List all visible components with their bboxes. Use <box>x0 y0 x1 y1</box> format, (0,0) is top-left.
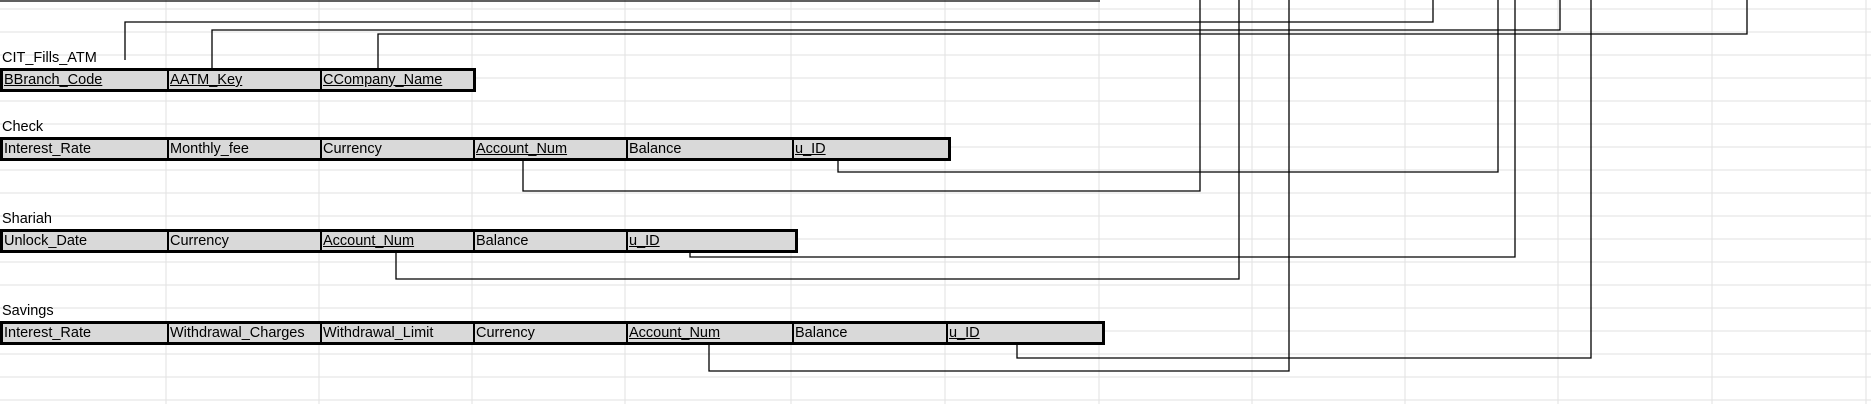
field-atm-key[interactable]: AATM_Key <box>169 71 322 89</box>
field-u-id[interactable]: u_ID <box>628 232 795 250</box>
field-currency[interactable]: Currency <box>322 140 475 158</box>
field-account-num[interactable]: Account_Num <box>322 232 475 250</box>
field-unlock-date[interactable]: Unlock_Date <box>3 232 169 250</box>
table-savings: Interest_Rate Withdrawal_Charges Withdra… <box>0 321 1105 345</box>
field-monthly-fee[interactable]: Monthly_fee <box>169 140 322 158</box>
field-balance[interactable]: Balance <box>628 140 794 158</box>
table-cit-fills-atm: BBranch_Code AATM_Key CCompany_Name <box>0 68 476 92</box>
spreadsheet-canvas: CIT_Fills_ATM BBranch_Code AATM_Key CCom… <box>0 0 1871 404</box>
field-account-num[interactable]: Account_Num <box>628 324 794 342</box>
table-title-cit-fills-atm: CIT_Fills_ATM <box>2 50 97 66</box>
field-interest-rate[interactable]: Interest_Rate <box>3 324 169 342</box>
table-shariah: Unlock_Date Currency Account_Num Balance… <box>0 229 798 253</box>
table-title-savings: Savings <box>2 303 54 319</box>
table-title-check: Check <box>2 119 44 135</box>
field-interest-rate[interactable]: Interest_Rate <box>3 140 169 158</box>
field-balance[interactable]: Balance <box>794 324 948 342</box>
field-withdrawal-limit[interactable]: Withdrawal_Limit <box>322 324 475 342</box>
table-check: Interest_Rate Monthly_fee Currency Accou… <box>0 137 951 161</box>
field-u-id[interactable]: u_ID <box>948 324 1102 342</box>
field-u-id[interactable]: u_ID <box>794 140 948 158</box>
field-account-num[interactable]: Account_Num <box>475 140 628 158</box>
field-currency[interactable]: Currency <box>169 232 322 250</box>
table-title-shariah: Shariah <box>2 211 52 227</box>
field-balance[interactable]: Balance <box>475 232 628 250</box>
field-branch-code[interactable]: BBranch_Code <box>3 71 169 89</box>
field-currency[interactable]: Currency <box>475 324 628 342</box>
field-company-name[interactable]: CCompany_Name <box>322 71 473 89</box>
field-withdrawal-charges[interactable]: Withdrawal_Charges <box>169 324 322 342</box>
